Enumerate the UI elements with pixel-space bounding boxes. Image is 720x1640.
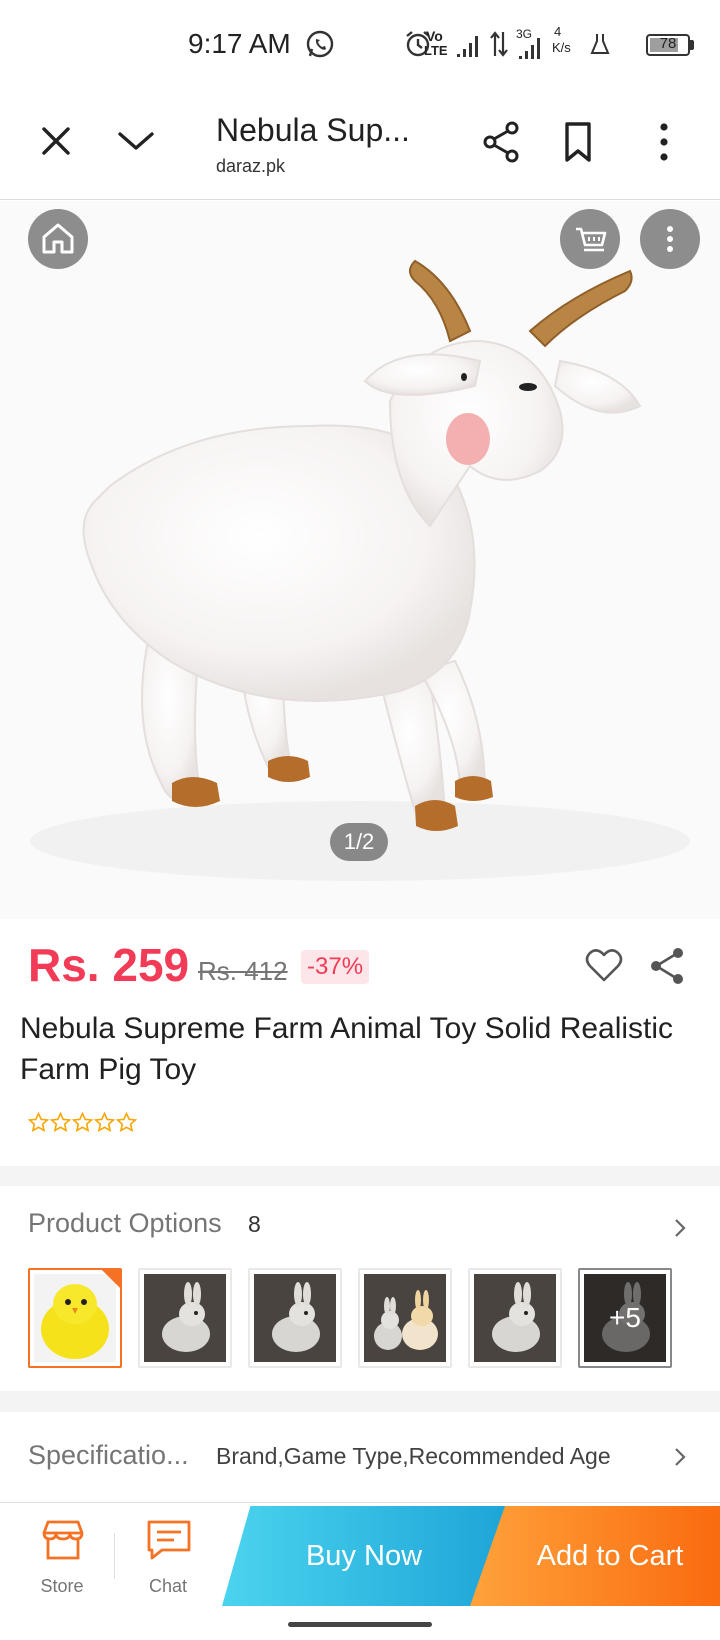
- cart-button[interactable]: [560, 209, 620, 269]
- share-icon[interactable]: [646, 944, 690, 988]
- page-title: Nebula Sup...: [216, 112, 410, 148]
- add-to-cart-button[interactable]: Add to Cart: [470, 1506, 720, 1606]
- chevron-right-icon[interactable]: [668, 1216, 692, 1240]
- status-time: 9:17 AM: [188, 28, 291, 59]
- specifications-label: Specificatio...: [28, 1440, 189, 1470]
- more-vertical-icon: [667, 226, 673, 252]
- browser-toolbar: Nebula Sup... daraz.pk: [0, 90, 720, 200]
- price-row: Rs. 259 Rs. 412 -37%: [0, 938, 720, 1008]
- image-counter: 1/2: [330, 823, 388, 861]
- rabbit-toy-thumbnail: [254, 1274, 336, 1362]
- home-icon: [42, 223, 74, 254]
- lab-flask-icon: [590, 34, 610, 54]
- chevron-down-icon[interactable]: [112, 117, 160, 165]
- chat-button[interactable]: Chat: [118, 1503, 218, 1607]
- star-icon: [28, 1112, 49, 1133]
- rabbit-toy-thumbnail: [474, 1274, 556, 1362]
- store-button[interactable]: Store: [12, 1503, 112, 1607]
- share-icon[interactable]: [478, 118, 526, 166]
- close-icon[interactable]: [32, 117, 80, 165]
- chat-icon: [147, 1520, 191, 1560]
- buy-now-button[interactable]: Buy Now: [222, 1506, 506, 1606]
- option-thumb-rabbit-2[interactable]: [248, 1268, 342, 1368]
- discount-badge: -37%: [301, 950, 370, 984]
- home-button[interactable]: [28, 209, 88, 269]
- signal-icon-2: [519, 38, 540, 59]
- chat-label: Chat: [148, 1576, 188, 1596]
- rabbit-pair-thumbnail: [364, 1274, 446, 1362]
- option-thumb-chick[interactable]: [28, 1268, 122, 1368]
- volte-label: Vo: [426, 28, 443, 44]
- heart-icon[interactable]: [582, 944, 626, 988]
- product-title: Nebula Supreme Farm Animal Toy Solid Rea…: [20, 1012, 674, 1086]
- store-label: Store: [40, 1576, 84, 1596]
- product-options-label: Product Options: [28, 1208, 222, 1238]
- goat-toy-image: [30, 259, 690, 881]
- rabbit-toy-thumbnail: [144, 1274, 226, 1362]
- section-divider: [0, 1166, 720, 1186]
- page-url: daraz.pk: [216, 156, 286, 176]
- product-page: 9:17 AM Vo LTE 3G 4 K/s 78 Nebula Sup...…: [0, 0, 720, 1640]
- gallery-more-button[interactable]: [640, 209, 700, 269]
- speed-unit: K/s: [552, 40, 571, 55]
- battery-tip: [690, 40, 694, 50]
- product-options-section[interactable]: Product Options 8 +5: [0, 1186, 720, 1391]
- more-options-count: +5: [609, 1302, 641, 1333]
- product-image-gallery[interactable]: 1/2: [0, 201, 720, 919]
- bottom-separator: [114, 1533, 115, 1579]
- specifications-row[interactable]: Specificatio... Brand,Game Type,Recommen…: [0, 1412, 720, 1502]
- bookmark-icon[interactable]: [554, 118, 602, 166]
- status-icons: Vo LTE 3G 4 K/s 78: [404, 24, 699, 66]
- product-options-count: 8: [248, 1211, 261, 1237]
- star-icon: [72, 1112, 93, 1133]
- section-divider: [0, 1391, 720, 1412]
- rating-stars[interactable]: [28, 1112, 137, 1138]
- current-price: Rs. 259: [28, 939, 190, 991]
- cart-icon: [576, 227, 607, 252]
- option-thumb-rabbit-1[interactable]: [138, 1268, 232, 1368]
- whatsapp-icon: [306, 30, 334, 58]
- star-icon: [94, 1112, 115, 1133]
- volte-label-bottom: LTE: [424, 43, 448, 58]
- option-thumb-rabbit-3[interactable]: [468, 1268, 562, 1368]
- signal-icon: [457, 36, 478, 57]
- star-icon: [116, 1112, 137, 1133]
- specifications-values: Brand,Game Type,Recommended Age: [216, 1443, 611, 1469]
- selected-corner-marker: [102, 1270, 120, 1288]
- star-icon: [50, 1112, 71, 1133]
- bottom-action-bar: Store Chat Buy Now Add to Cart: [0, 1502, 720, 1606]
- chevron-right-icon[interactable]: [668, 1445, 692, 1469]
- data-transfer-icon: [490, 31, 508, 57]
- battery-percent: 78: [659, 35, 677, 52]
- gesture-nav-handle[interactable]: [288, 1622, 432, 1627]
- status-bar: 9:17 AM Vo LTE 3G 4 K/s 78: [0, 0, 720, 90]
- option-thumb-rabbit-pair[interactable]: [358, 1268, 452, 1368]
- option-thumb-more[interactable]: +5: [578, 1268, 672, 1368]
- original-price: Rs. 412: [198, 956, 288, 986]
- store-icon: [42, 1520, 84, 1560]
- speed-value: 4: [554, 24, 562, 39]
- more-vertical-icon[interactable]: [640, 118, 688, 166]
